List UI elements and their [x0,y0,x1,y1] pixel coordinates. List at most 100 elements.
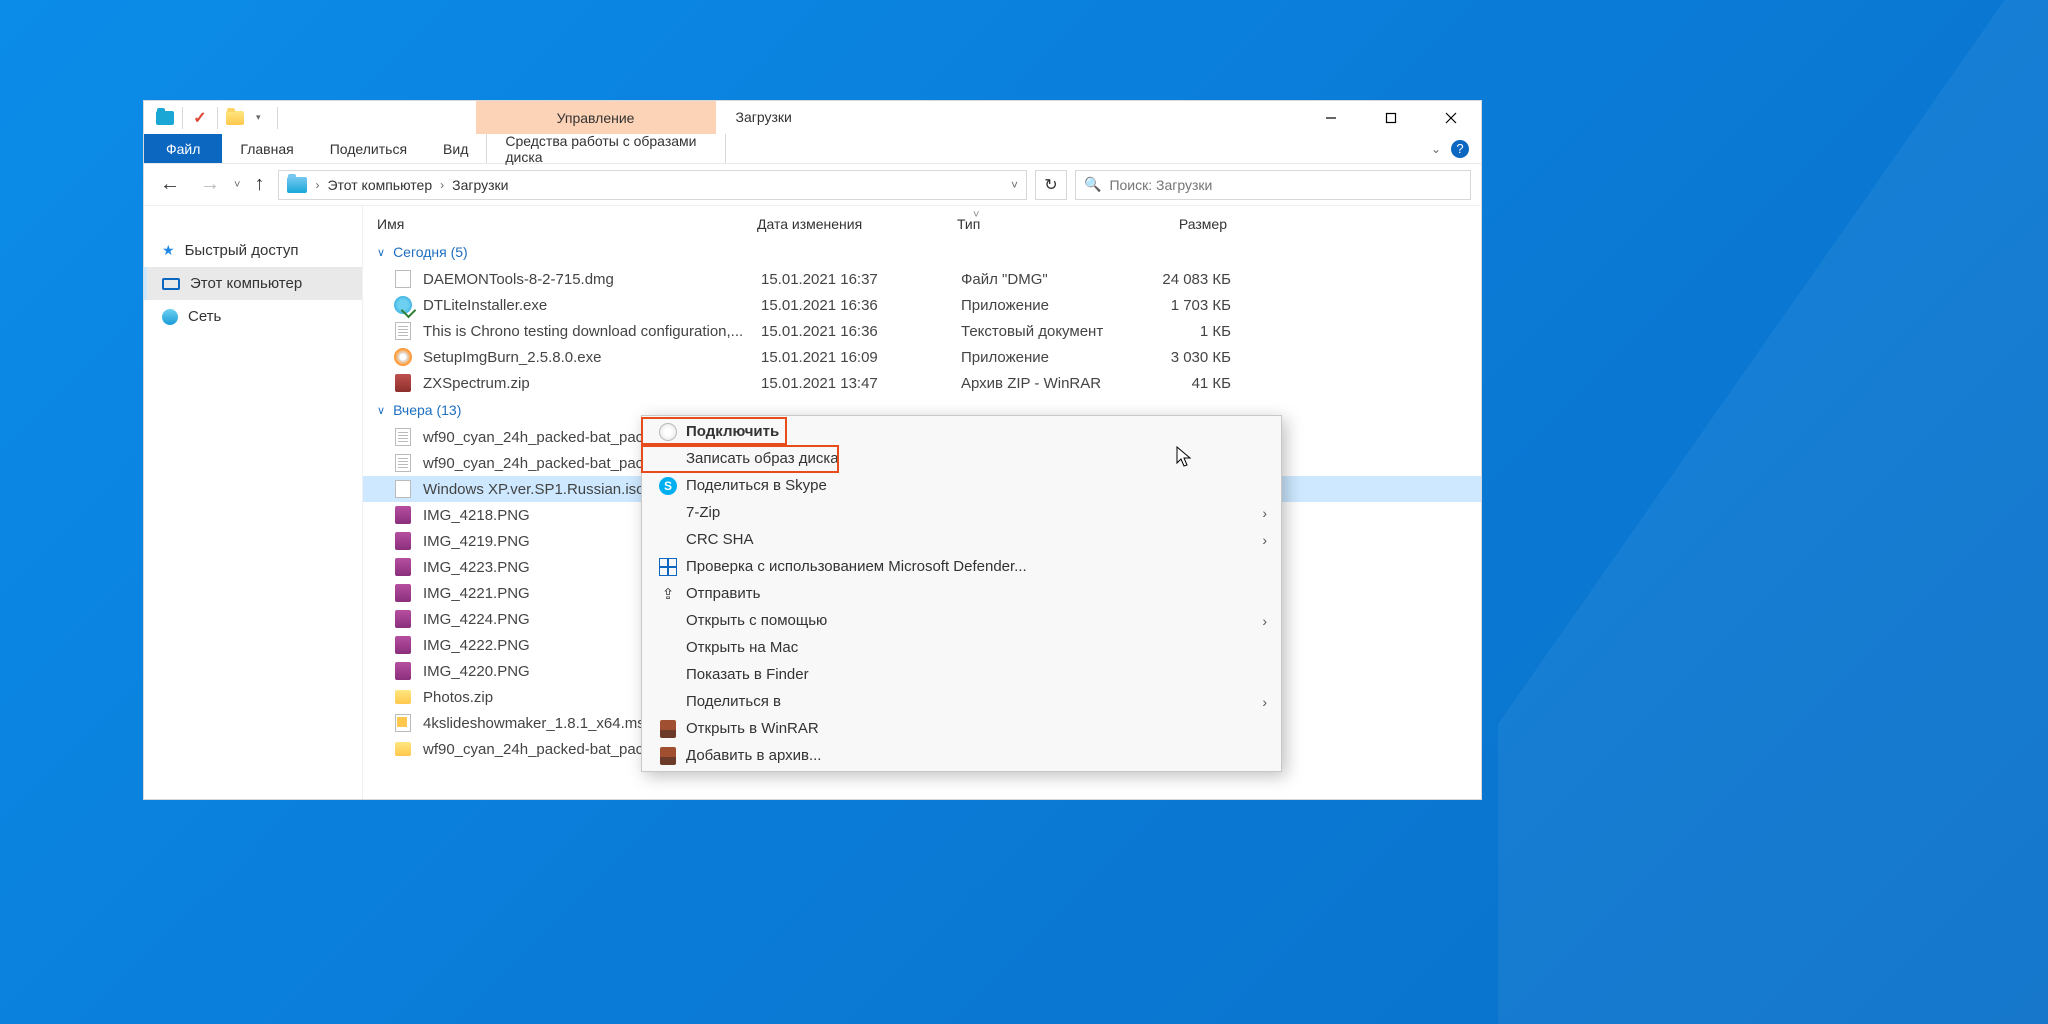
menu-item-icon: ⇪ [656,585,680,603]
maximize-button[interactable] [1361,101,1421,134]
crumb-this-pc[interactable]: Этот компьютер [327,177,432,193]
nav-network[interactable]: Сеть [144,300,362,333]
menu-item-label: Открыть с помощью [686,612,827,629]
file-row[interactable]: DTLiteInstaller.exe 15.01.2021 16:36 При… [363,292,1481,318]
context-menu-item[interactable]: 7-Zip › [642,499,1281,526]
context-menu-item[interactable]: Проверка с использованием Microsoft Defe… [642,553,1281,580]
ribbon-tab-disc-tools[interactable]: Средства работы с образами диска [486,134,726,163]
context-menu-item[interactable]: Поделиться в › [642,688,1281,715]
qat-separator [277,107,278,129]
crumb-downloads[interactable]: Загрузки [452,177,508,193]
ribbon-tab-share[interactable]: Поделиться [312,134,425,163]
menu-item-icon [656,423,680,441]
ribbon-tab-home[interactable]: Главная [222,134,311,163]
col-type[interactable]: Тип [957,216,1127,232]
up-button[interactable]: ↑ [248,173,270,196]
history-dropdown-icon[interactable]: ˅ [234,179,240,191]
blank-file-icon [393,479,413,499]
window-controls [1301,101,1481,134]
col-name[interactable]: Имя [377,216,757,232]
star-icon: ★ [162,242,175,259]
file-row[interactable]: DAEMONTools-8-2-715.dmg 15.01.2021 16:37… [363,266,1481,292]
properties-icon[interactable]: ✓ [191,109,209,127]
menu-item-icon: S [656,477,680,495]
ribbon-expand-icon[interactable]: ⌄ [1431,142,1441,156]
desktop-background-accent [1498,0,2048,1024]
png-file-icon [393,635,413,655]
forward-button[interactable]: → [194,173,226,196]
contextual-tab-header: Управление [476,101,716,134]
menu-item-label: Поделиться в [686,693,781,710]
png-file-icon [393,609,413,629]
qat-separator [182,107,183,129]
context-menu-item[interactable]: Показать в Finder [642,661,1281,688]
txt-file-icon [393,453,413,473]
context-menu-item[interactable]: Добавить в архив... [642,742,1281,769]
context-menu-item[interactable]: Подключить [642,418,1281,445]
png-file-icon [393,583,413,603]
chevron-right-icon: › [1262,613,1267,629]
crumb-sep-icon: › [440,178,444,192]
context-menu-item[interactable]: ⇪ Отправить [642,580,1281,607]
qat-separator [217,107,218,129]
ribbon-tab-view[interactable]: Вид [425,134,486,163]
file-date: 15.01.2021 16:36 [761,323,961,340]
menu-item-label: Открыть на Mac [686,639,798,656]
context-menu-item[interactable]: S Поделиться в Skype [642,472,1281,499]
address-dropdown-icon[interactable]: ˅ [1011,178,1018,192]
file-type: Файл "DMG" [961,271,1131,288]
minimize-button[interactable] [1301,101,1361,134]
chevron-down-icon: ∨ [377,404,385,417]
nav-quick-access[interactable]: ★ Быстрый доступ [144,234,362,267]
file-row[interactable]: ZXSpectrum.zip 15.01.2021 13:47 Архив ZI… [363,370,1481,396]
menu-item-icon [656,558,680,576]
refresh-button[interactable]: ↻ [1035,170,1067,200]
file-date: 15.01.2021 16:37 [761,271,961,288]
png-file-icon [393,505,413,525]
context-menu-item[interactable]: Открыть с помощью › [642,607,1281,634]
menu-item-label: 7-Zip [686,504,720,521]
nav-label: Сеть [188,308,221,325]
menu-item-label: Записать образ диска [686,450,839,467]
qat-dropdown-icon[interactable]: ▾ [248,112,269,123]
yz-file-icon [393,739,413,759]
menu-item-label: Поделиться в Skype [686,477,827,494]
context-menu-item[interactable]: Открыть на Mac [642,634,1281,661]
file-size: 3 030 КБ [1131,349,1231,366]
location-icon [287,177,307,193]
chevron-down-icon: ∨ [377,246,385,259]
chevron-right-icon: › [1262,505,1267,521]
chevron-right-icon: › [1262,532,1267,548]
file-row[interactable]: This is Chrono testing download configur… [363,318,1481,344]
context-menu-item[interactable]: Записать образ диска [642,445,1281,472]
file-name: DAEMONTools-8-2-715.dmg [423,271,761,288]
context-menu-item[interactable]: Открыть в WinRAR [642,715,1281,742]
col-date[interactable]: Дата изменения [757,216,957,232]
ribbon-file-tab[interactable]: Файл [144,134,222,163]
new-folder-icon[interactable] [226,109,244,127]
ribbon-tabs: Файл Главная Поделиться Вид Средства раб… [144,134,1481,164]
txt-file-icon [393,321,413,341]
blank-file-icon [393,269,413,289]
menu-item-icon [656,720,680,738]
menu-item-icon [656,747,680,765]
context-menu-item[interactable]: CRC SHA › [642,526,1281,553]
back-button[interactable]: ← [154,173,186,196]
nav-this-pc[interactable]: Этот компьютер [144,267,362,300]
col-size[interactable]: Размер [1127,216,1227,232]
search-input[interactable] [1109,177,1462,193]
help-icon[interactable]: ? [1451,140,1469,158]
search-icon: 🔍 [1084,176,1101,193]
close-button[interactable] [1421,101,1481,134]
png-file-icon [393,531,413,551]
menu-item-label: Проверка с использованием Microsoft Defe… [686,558,1027,575]
group-today[interactable]: ∨ Сегодня (5) [363,238,1481,266]
search-box[interactable]: 🔍 [1075,170,1471,200]
file-size: 24 083 КБ [1131,271,1231,288]
group-label: Сегодня (5) [393,244,468,260]
file-name: DTLiteInstaller.exe [423,297,761,314]
folder-icon [156,109,174,127]
file-row[interactable]: SetupImgBurn_2.5.8.0.exe 15.01.2021 16:0… [363,344,1481,370]
quick-access-toolbar: ✓ ▾ [144,101,282,134]
address-bar[interactable]: › Этот компьютер › Загрузки ˅ [278,170,1027,200]
